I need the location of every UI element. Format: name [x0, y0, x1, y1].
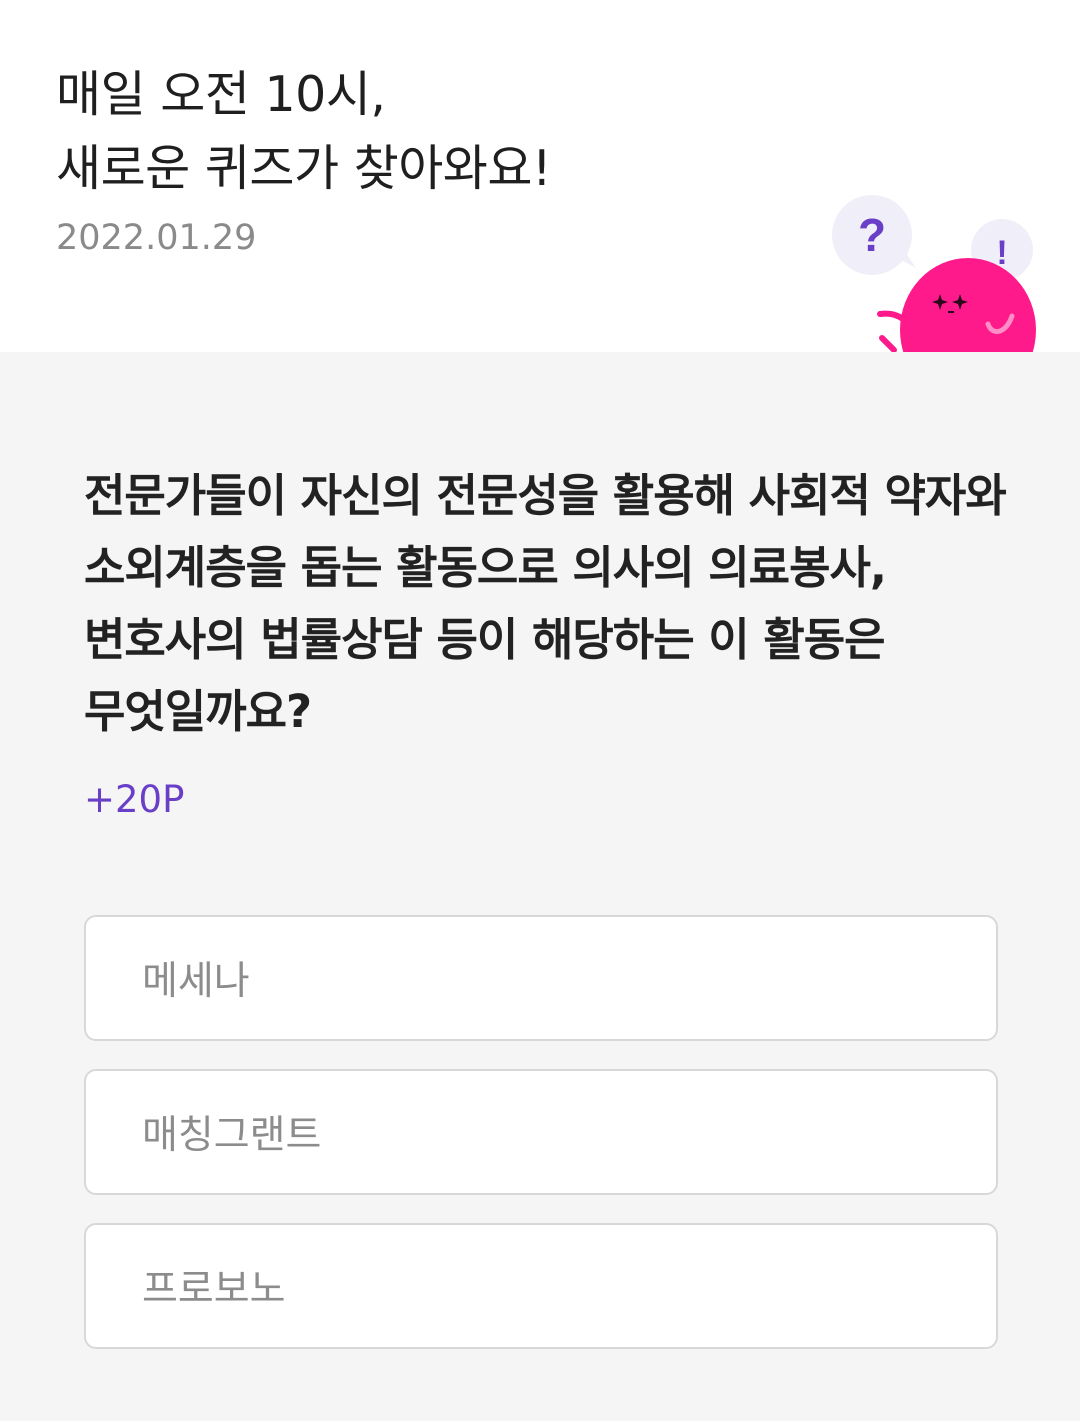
answer-option-2[interactable]: 매칭그랜트 — [84, 1069, 998, 1195]
quiz-date: 2022.01.29 — [56, 218, 257, 258]
quiz-body: 전문가들이 자신의 전문성을 활용해 사회적 약자와 소외계층을 돕는 활동으로… — [0, 352, 1080, 1421]
headline: 매일 오전 10시, 새로운 퀴즈가 찾아와요! — [56, 58, 552, 206]
quiz-header: 매일 오전 10시, 새로운 퀴즈가 찾아와요! 2022.01.29 ? ! — [0, 0, 1080, 352]
headline-line-1: 매일 오전 10시, — [56, 66, 386, 123]
mascot-illustration: ? ! — [832, 195, 1036, 352]
question-mark: ? — [858, 209, 886, 261]
points-reward: +20P — [84, 778, 185, 821]
answer-options: 메세나 매칭그랜트 프로보노 — [84, 915, 998, 1377]
quiz-question: 전문가들이 자신의 전문성을 활용해 사회적 약자와 소외계층을 돕는 활동으로… — [84, 469, 1007, 738]
answer-option-3[interactable]: 프로보노 — [84, 1223, 998, 1349]
question-bubble-icon: ? — [832, 195, 916, 275]
answer-option-1[interactable]: 메세나 — [84, 915, 998, 1041]
headline-line-2: 새로운 퀴즈가 찾아와요! — [56, 140, 552, 197]
